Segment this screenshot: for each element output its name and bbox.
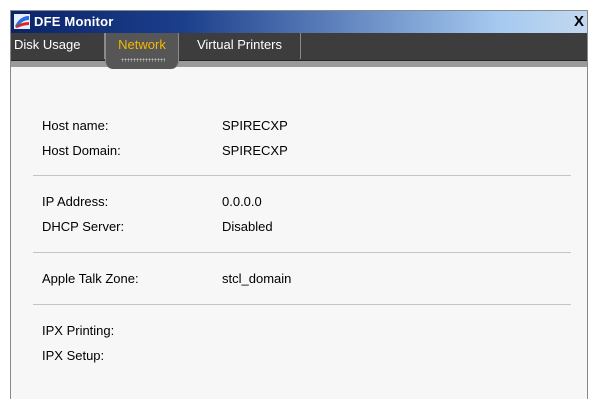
close-button[interactable]: X <box>571 13 587 31</box>
tab-virtual-printers[interactable]: Virtual Printers <box>179 33 301 59</box>
tab-bar: Disk Usage Network Virtual Printers <box>11 33 587 69</box>
tab-disk-usage[interactable]: Disk Usage <box>11 33 105 59</box>
title-bar[interactable]: DFE Monitor X <box>11 11 587 33</box>
host-name-label: Host name: <box>42 118 109 133</box>
section-divider <box>33 175 571 176</box>
ip-address-label: IP Address: <box>42 194 109 209</box>
ipx-setup-label: IPX Setup: <box>42 348 105 363</box>
apple-talk-zone-label: Apple Talk Zone: <box>42 271 139 286</box>
tab-network-label: Network <box>118 37 166 52</box>
host-domain-value: SPIRECXP <box>222 143 288 158</box>
tab-disk-usage-label: Disk Usage <box>14 37 81 52</box>
dfe-monitor-window: DFE Monitor X Disk Usage Network Virtual… <box>10 10 588 399</box>
ipx-printing-label: IPX Printing: <box>42 323 115 338</box>
dhcp-server-value: Disabled <box>222 219 273 234</box>
section-divider <box>33 252 571 253</box>
tab-network[interactable]: Network <box>105 33 179 69</box>
window-title: DFE Monitor <box>34 14 114 29</box>
tab-virtual-printers-label: Virtual Printers <box>196 37 282 52</box>
apple-talk-zone-value: stcl_domain <box>222 271 292 286</box>
host-name-value: SPIRECXP <box>222 118 288 133</box>
tab-grip-dots <box>121 58 165 62</box>
host-domain-label: Host Domain: <box>42 143 121 158</box>
ip-address-value: 0.0.0.0 <box>222 194 262 209</box>
section-divider <box>33 304 571 305</box>
dhcp-server-label: DHCP Server: <box>42 219 125 234</box>
dfe-app-icon <box>14 14 30 29</box>
network-panel: Host name: SPIRECXP Host Domain: SPIRECX… <box>11 67 587 399</box>
